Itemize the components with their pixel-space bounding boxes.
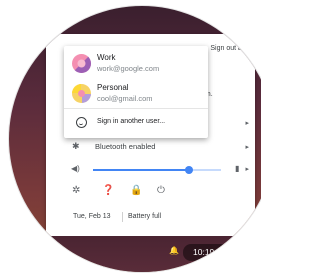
volume-slider-fill [93, 169, 189, 171]
battery-icon [238, 248, 244, 258]
avatar [72, 54, 91, 73]
sign-in-label: Sign in another user... [97, 118, 166, 125]
chevron-right-icon: ▸ [245, 144, 249, 151]
audio-output-icon[interactable]: ▮ [235, 164, 239, 173]
bluetooth-icon: ✱ [72, 141, 80, 151]
account-item-personal[interactable]: Personal cool@gmail.com [64, 79, 208, 109]
notification-bell-icon[interactable]: 🔔 [169, 246, 179, 255]
bluetooth-label: Bluetooth enabled [95, 142, 156, 151]
wifi-icon: ▼ [225, 248, 232, 255]
lock-icon[interactable]: 🔒 [130, 186, 142, 196]
account-email: work@google.com [97, 64, 160, 73]
magnifier-lens: Sign out all om. ▸ ✱ Bluetooth enabled ▸… [9, 6, 261, 272]
bluetooth-row[interactable]: ✱ Bluetooth enabled ▸ [46, 136, 255, 160]
power-icon[interactable]: ⏻ [157, 186, 165, 196]
clock: 10:19 [193, 247, 215, 257]
shelf: 🔔 10:19 ▼ [9, 236, 261, 272]
account-switcher-menu: Work work@google.com Personal cool@gmail… [64, 46, 208, 138]
chevron-right-icon[interactable]: ▸ [245, 165, 249, 173]
account-item-work[interactable]: Work work@google.com [64, 49, 208, 79]
date-label[interactable]: Tue, Feb 13 [73, 213, 111, 220]
sign-out-all-button[interactable]: Sign out all [210, 45, 245, 52]
volume-slider[interactable] [93, 166, 221, 174]
account-name: Work [97, 53, 116, 62]
divider [122, 212, 123, 222]
avatar [72, 84, 91, 103]
account-name: Personal [97, 83, 129, 92]
shelf-avatar[interactable] [257, 244, 261, 258]
desktop: Sign out all om. ▸ ✱ Bluetooth enabled ▸… [9, 6, 261, 272]
sign-in-another-user-item[interactable]: Sign in another user... [64, 111, 208, 135]
volume-slider-thumb[interactable] [185, 166, 193, 174]
volume-row: ◀) ▮ ▸ [46, 158, 255, 182]
volume-icon[interactable]: ◀) [71, 164, 80, 173]
battery-label: Battery full [128, 213, 162, 220]
account-email: cool@gmail.com [97, 94, 153, 103]
settings-icon[interactable]: ✲ [72, 186, 80, 196]
chevron-right-icon: ▸ [245, 120, 249, 127]
menu-divider [64, 108, 208, 109]
date-battery-row: Tue, Feb 13 Battery full [46, 206, 255, 230]
smiley-icon [76, 117, 87, 128]
help-icon[interactable]: ❓ [102, 186, 114, 196]
screenshot-stage: Sign out all om. ▸ ✱ Bluetooth enabled ▸… [0, 0, 261, 276]
tray-action-icons: ✲ ❓ 🔒 ⏻ [46, 180, 255, 204]
status-area[interactable]: 10:19 ▼ [183, 244, 255, 261]
